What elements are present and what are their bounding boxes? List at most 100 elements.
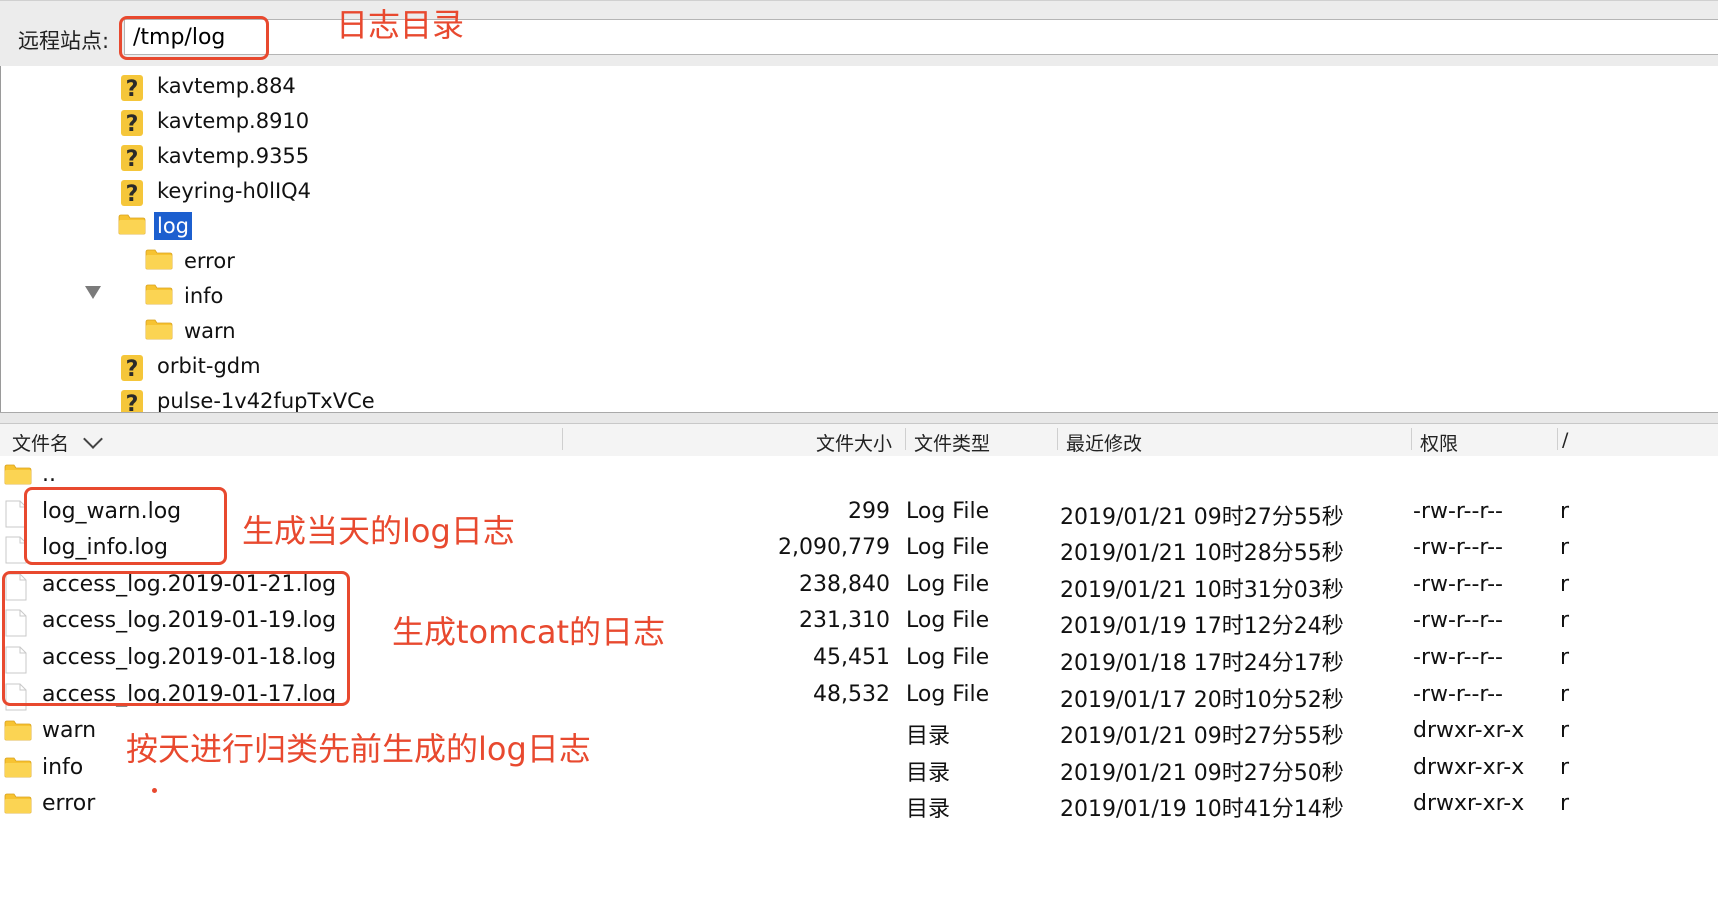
column-divider[interactable] [1411,428,1412,450]
unknown-icon: ? [118,178,146,213]
file-size-cell: 299 [848,498,890,524]
path-highlight-box [119,16,269,60]
column-header-owner[interactable]: / [1562,429,1568,451]
column-divider[interactable] [905,428,906,450]
file-row[interactable]: .. [0,458,1718,494]
file-size-cell: 48,532 [813,681,890,707]
folder-icon [4,756,32,784]
column-header-modified[interactable]: 最近修改 [1066,429,1142,456]
file-size-cell: 45,451 [813,645,890,670]
remote-directory-tree[interactable]: ? kavtemp.884? kavtemp.8910? kavtemp.9355? k… [0,66,1718,412]
unknown-icon: ? [118,108,146,143]
file-size-cell: 231,310 [799,608,890,634]
file-modified-cell: 2019/01/21 10时28分55秒 [1060,541,1344,567]
remote-site-label: 远程站点: [18,29,110,53]
folder-icon [118,213,146,240]
file-permissions-cell: drwxr-xr-x [1413,718,1525,744]
tree-node-label[interactable]: keyring-h0lIQ4 [154,177,314,205]
file-name-cell: info [42,754,84,780]
sort-chevron-icon[interactable] [83,429,103,449]
file-type-cell: 目录 [906,760,951,786]
file-modified-cell: 2019/01/17 20时10分52秒 [1060,687,1344,713]
column-header-size[interactable]: 文件大小 [816,429,892,456]
svg-text:?: ? [126,77,139,102]
file-permissions-cell: -rw-r--r-- [1413,498,1503,524]
file-modified-cell: 2019/01/21 09时27分50秒 [1060,760,1344,786]
unknown-icon: ? [118,73,146,108]
file-permissions-cell: drwxr-xr-x [1413,754,1525,780]
file-permissions-cell: -rw-r--r-- [1413,681,1503,707]
file-list-header: 文件名 文件大小 文件类型 最近修改 权限 / [0,424,1718,457]
tree-node-label[interactable]: kavtemp.8910 [154,107,312,135]
file-owner-cell: r [1560,718,1570,744]
folder-icon [4,719,32,747]
file-type-cell: Log File [906,498,990,524]
folder-icon [145,283,173,310]
file-modified-cell: 2019/01/19 17时12分24秒 [1060,614,1344,640]
tree-node-label[interactable]: warn [181,317,239,345]
tomcat-log-highlight-box [2,571,350,706]
file-type-cell: Log File [906,535,990,561]
column-divider[interactable] [1057,428,1058,450]
file-type-cell: Log File [906,645,990,670]
file-owner-cell: r [1560,571,1570,597]
file-permissions-cell: -rw-r--r-- [1413,535,1503,561]
folder-icon [145,318,173,345]
column-header-name[interactable]: 文件名 [12,429,69,456]
file-modified-cell: 2019/01/21 09时27分55秒 [1060,504,1344,530]
column-header-permissions[interactable]: 权限 [1420,429,1458,456]
svg-text:?: ? [126,112,139,137]
file-row[interactable]: error 目录 2019/01/19 10时41分14秒 drwxr-xr-x r [0,787,1718,823]
annotation-tomcat-log: 生成tomcat的日志 [392,613,666,651]
file-owner-cell: r [1560,754,1570,780]
file-type-cell: Log File [906,681,990,707]
folder-icon [145,248,173,275]
column-divider[interactable] [562,428,563,450]
tree-node-label[interactable]: error [181,247,238,275]
svg-text:?: ? [126,357,139,382]
column-divider[interactable] [1557,428,1558,450]
svg-text:?: ? [126,392,139,412]
file-size-cell: 2,090,779 [778,535,890,561]
file-modified-cell: 2019/01/21 10时31分03秒 [1060,577,1344,603]
tree-node-label[interactable]: info [181,282,226,310]
tree-node-label[interactable]: orbit-gdm [154,352,264,380]
annotation-daily-log: 生成当天的log日志 [242,512,515,550]
tree-node-label[interactable]: pulse-1v42fupTxVCe [154,387,378,412]
file-name-cell: warn [42,718,97,744]
file-permissions-cell: -rw-r--r-- [1413,645,1503,670]
file-size-cell: 238,840 [799,571,890,597]
expand-triangle-icon[interactable] [85,286,101,299]
file-owner-cell: r [1560,791,1570,817]
svg-text:?: ? [126,147,139,172]
unknown-icon: ? [118,353,146,388]
annotation-archived-log: 按天进行归类先前生成的log日志 [126,730,591,768]
file-owner-cell: r [1560,608,1570,634]
file-type-cell: Log File [906,608,990,634]
file-permissions-cell: -rw-r--r-- [1413,571,1503,597]
pane-splitter[interactable] [0,412,1718,424]
annotation-dot [152,788,157,793]
svg-text:?: ? [126,182,139,207]
file-permissions-cell: -rw-r--r-- [1413,608,1503,634]
daily-log-highlight-box [24,487,227,565]
tree-node-label[interactable]: kavtemp.884 [154,72,299,100]
annotation-log-dir: 日志目录 [336,6,465,44]
file-owner-cell: r [1560,645,1570,670]
file-type-cell: 目录 [906,724,951,750]
file-name-cell: error [42,791,96,817]
column-header-type[interactable]: 文件类型 [914,429,990,456]
tree-node-label[interactable]: log [154,212,193,240]
file-name-cell: .. [42,462,56,487]
file-type-cell: 目录 [906,797,951,823]
file-permissions-cell: drwxr-xr-x [1413,791,1525,817]
file-owner-cell: r [1560,681,1570,707]
tree-node-label[interactable]: kavtemp.9355 [154,142,312,170]
unknown-icon: ? [118,143,146,178]
file-owner-cell: r [1560,535,1570,561]
file-owner-cell: r [1560,498,1570,524]
folder-icon [4,792,32,820]
file-type-cell: Log File [906,571,990,597]
file-modified-cell: 2019/01/19 10时41分14秒 [1060,797,1344,823]
unknown-icon: ? [118,388,146,412]
